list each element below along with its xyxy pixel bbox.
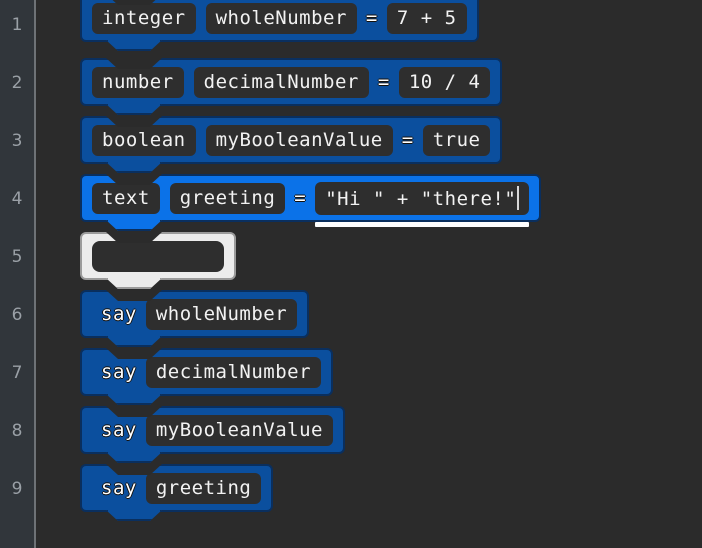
block-bottom-nub <box>106 336 162 347</box>
block-field-2[interactable]: myBooleanValue <box>205 124 393 156</box>
block-field-4[interactable]: "Hi " + "there!" <box>315 181 530 215</box>
block-bottom-nub <box>106 162 162 173</box>
code-block-declaration-1[interactable]: integer wholeNumber = 7 + 5 <box>80 0 479 51</box>
block-field-2[interactable]: decimalNumber <box>193 66 369 98</box>
block-field-1[interactable]: integer <box>92 2 196 34</box>
assignment-operator: = <box>377 71 390 93</box>
block-bottom-nub <box>106 220 162 231</box>
block-field-1[interactable]: text <box>92 182 160 214</box>
block-keyword-label: say <box>101 361 137 383</box>
block-field-2[interactable]: decimalNumber <box>145 356 322 388</box>
assignment-operator: = <box>294 187 307 209</box>
block-row-3[interactable]: boolean myBooleanValue = true <box>80 116 503 173</box>
block-canvas[interactable]: integer wholeNumber = 7 + 5 number decimalNum… <box>0 0 702 548</box>
block-field-2[interactable]: greeting <box>145 472 262 504</box>
block-code-editor: 123456789 integer wholeNumber = 7 + 5 number… <box>0 0 702 548</box>
block-bottom-nub <box>106 278 162 289</box>
field-focus-underline <box>315 222 530 227</box>
block-field-2[interactable]: wholeNumber <box>145 298 298 330</box>
assignment-operator: = <box>401 129 414 151</box>
block-bottom-nub <box>106 104 162 115</box>
block-field-4[interactable]: 7 + 5 <box>386 2 467 34</box>
text-caret <box>517 185 520 210</box>
block-bottom-nub <box>106 40 162 51</box>
block-field-4[interactable]: true <box>422 124 491 156</box>
block-keyword-label: say <box>101 303 137 325</box>
block-row-2[interactable]: number decimalNumber = 10 / 4 <box>80 58 503 115</box>
block-field-1[interactable]: number <box>92 66 184 98</box>
code-block-declaration-3[interactable]: boolean myBooleanValue = true <box>80 116 503 173</box>
block-field-4[interactable]: 10 / 4 <box>398 66 491 98</box>
block-field-1[interactable]: boolean <box>92 124 196 156</box>
block-row-4[interactable]: text greeting = "Hi " + "there!" <box>80 174 542 231</box>
empty-input-field[interactable] <box>92 240 224 272</box>
code-block-statement-6[interactable]: say wholeNumber <box>80 290 310 347</box>
block-row-5[interactable] <box>80 232 236 289</box>
block-row-8[interactable]: say myBooleanValue <box>80 406 345 463</box>
block-bottom-nub <box>106 394 162 405</box>
block-field-2[interactable]: myBooleanValue <box>145 414 333 446</box>
block-bottom-nub <box>106 452 162 463</box>
code-block-statement-8[interactable]: say myBooleanValue <box>80 406 345 463</box>
assignment-operator: = <box>365 7 378 29</box>
block-row-1[interactable]: integer wholeNumber = 7 + 5 <box>80 0 479 51</box>
code-block-empty-placeholder-5[interactable] <box>80 232 236 289</box>
block-row-7[interactable]: say decimalNumber <box>80 348 334 405</box>
block-row-9[interactable]: say greeting <box>80 464 274 521</box>
block-keyword-label: say <box>101 477 137 499</box>
code-block-statement-9[interactable]: say greeting <box>80 464 274 521</box>
code-block-statement-7[interactable]: say decimalNumber <box>80 348 334 405</box>
block-field-2[interactable]: wholeNumber <box>205 2 357 34</box>
block-bottom-nub <box>106 510 162 521</box>
block-row-6[interactable]: say wholeNumber <box>80 290 310 347</box>
block-keyword-label: say <box>101 419 137 441</box>
code-block-declaration-4[interactable]: text greeting = "Hi " + "there!" <box>80 174 542 231</box>
code-block-declaration-2[interactable]: number decimalNumber = 10 / 4 <box>80 58 503 115</box>
block-field-2[interactable]: greeting <box>169 182 286 214</box>
